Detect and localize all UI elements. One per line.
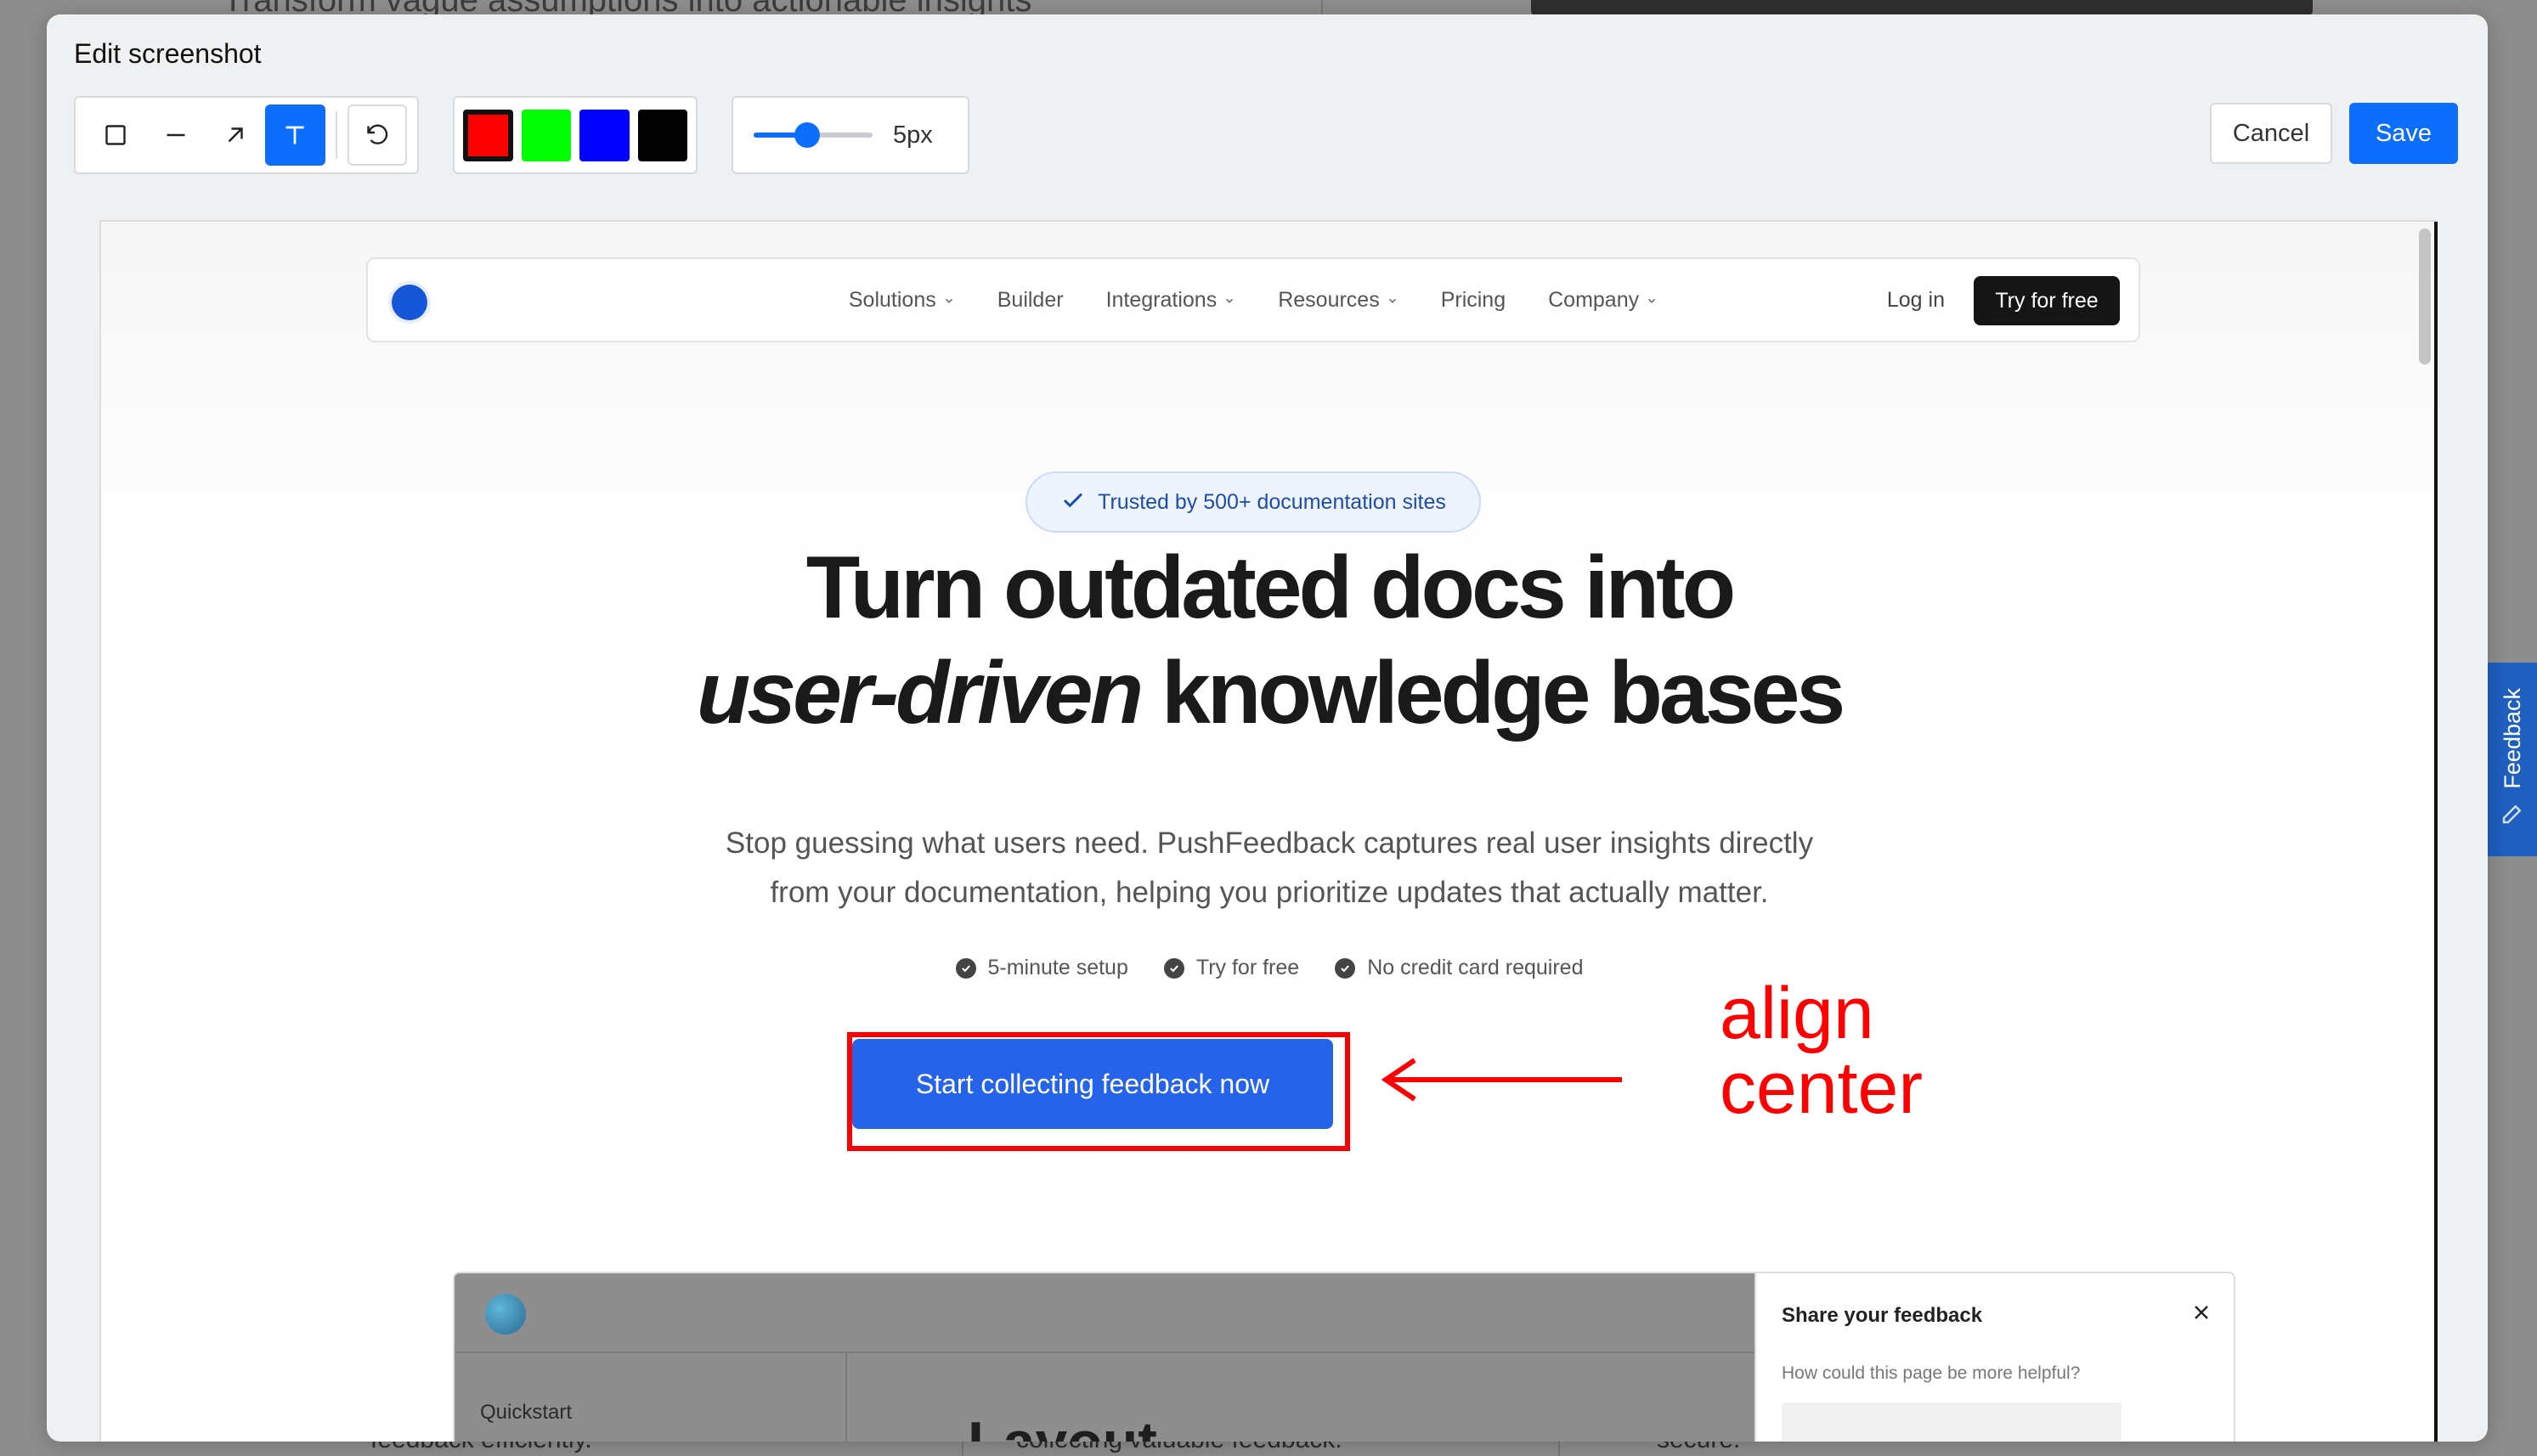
chevron-down-icon: [1646, 288, 1658, 313]
canvas-edge: [2434, 222, 2438, 1442]
color-swatch-blue[interactable]: [579, 109, 630, 161]
text-tool-button[interactable]: [265, 104, 325, 166]
nav-link-integrations[interactable]: Integrations: [1106, 288, 1236, 313]
rectangle-tool-button[interactable]: [86, 104, 145, 166]
annotation-rectangle[interactable]: [847, 1032, 1350, 1151]
nav-link-company[interactable]: Company: [1548, 288, 1658, 313]
edit-screenshot-modal: Edit screenshot 5px Cancel Save Solution…: [47, 14, 2488, 1442]
arrow-icon: [228, 127, 243, 143]
check-circle-icon: [1163, 957, 1184, 979]
color-palette: [453, 96, 698, 174]
undo-button[interactable]: [347, 104, 407, 166]
line-tool-button[interactable]: [145, 104, 205, 166]
trust-badge: Trusted by 500+ documentation sites: [1026, 471, 1481, 533]
preview-title: Layout: [968, 1409, 1157, 1442]
preview-divider: [455, 1352, 1754, 1353]
drawing-tools-group: [74, 96, 419, 174]
try-for-free-button[interactable]: Try for free: [1974, 276, 2120, 325]
color-swatch-green[interactable]: [521, 109, 572, 161]
nav-link-label: Resources: [1278, 287, 1380, 312]
nav-link-label: Solutions: [848, 287, 936, 312]
preview-sidebar-item: Quickstart: [480, 1401, 573, 1424]
headline-line-2: user-driven knowledge bases: [101, 643, 2438, 744]
cancel-button[interactable]: Cancel: [2210, 103, 2332, 164]
close-icon[interactable]: [2191, 1302, 2212, 1327]
color-swatch-red[interactable]: [463, 109, 513, 161]
check-item: 5-minute setup: [955, 956, 1128, 980]
modal-title: Edit screenshot: [74, 38, 262, 69]
nav-link-builder[interactable]: Builder: [997, 288, 1064, 313]
slider-thumb[interactable]: [794, 122, 820, 148]
subtext-line-2: from your documentation, helping you pri…: [770, 876, 1769, 909]
nav-link-label: Integrations: [1105, 287, 1218, 312]
nav-link-label: Company: [1548, 287, 1640, 312]
stroke-size-slider[interactable]: [754, 122, 873, 148]
line-icon: [167, 133, 185, 137]
stroke-size-control: 5px: [732, 96, 969, 174]
checkmark-icon: [1060, 488, 1086, 517]
feedback-panel-title: Share your feedback: [1782, 1304, 1983, 1327]
headline-line-1: Turn outdated docs into: [805, 539, 1736, 637]
preview-divider: [845, 1352, 847, 1442]
nav-link-label: Pricing: [1440, 287, 1506, 312]
feedback-side-tab[interactable]: Feedback: [2488, 663, 2537, 856]
check-item: No credit card required: [1335, 956, 1584, 980]
chevron-down-icon: [1223, 288, 1235, 313]
save-button[interactable]: Save: [2349, 103, 2458, 164]
nav-link-pricing[interactable]: Pricing: [1441, 288, 1506, 313]
screenshot-canvas[interactable]: Solutions Builder Integrations Resources Pri…: [99, 220, 2438, 1442]
stroke-size-label: 5px: [893, 121, 933, 149]
headline-rest: knowledge bases: [1140, 644, 1845, 742]
check-item: Try for free: [1163, 956, 1300, 980]
nav-links: Solutions Builder Integrations Resources Pri…: [368, 259, 2139, 341]
check-circle-icon: [955, 957, 976, 979]
product-preview: Quickstart Layout Share your feedback Ho…: [453, 1272, 2235, 1442]
feedback-tab-label: Feedback: [2499, 688, 2525, 789]
nav-link-label: Builder: [997, 287, 1064, 312]
headline-italic: user-driven: [696, 644, 1144, 742]
annotation-arrow[interactable]: [1376, 1050, 1630, 1109]
check-label: 5-minute setup: [987, 956, 1128, 979]
canvas-scrollbar[interactable]: [2419, 229, 2431, 364]
check-label: Try for free: [1195, 956, 1300, 979]
arrow-tool-button[interactable]: [206, 104, 265, 166]
login-link[interactable]: Log in: [1887, 288, 1945, 313]
chevron-down-icon: [1387, 288, 1398, 313]
annotation-text-line-2: center: [1720, 1047, 1924, 1129]
site-navbar: Solutions Builder Integrations Resources Pri…: [366, 257, 2140, 342]
text-icon: [285, 126, 304, 144]
chevron-down-icon: [943, 288, 955, 313]
trust-badge-text: Trusted by 500+ documentation sites: [1098, 489, 1446, 514]
feature-checks: 5-minute setup Try for free No credit ca…: [101, 956, 2438, 980]
background-divider: [1321, 0, 1323, 15]
color-swatch-black[interactable]: [637, 109, 687, 161]
feedback-textarea[interactable]: [1782, 1402, 2122, 1442]
annotation-text-line-1: align: [1720, 973, 1874, 1054]
feedback-panel: Share your feedback How could this page …: [1754, 1273, 2234, 1442]
undo-icon: [367, 124, 387, 144]
feedback-question: How could this page be more helpful?: [1782, 1363, 2081, 1383]
pencil-icon: [2500, 801, 2525, 831]
annotation-text[interactable]: align center: [1720, 976, 1923, 1126]
toolbar-divider: [335, 111, 337, 159]
subtext-line-1: Stop guessing what users need. PushFeedb…: [725, 827, 1814, 860]
square-icon: [105, 125, 126, 145]
nav-link-resources[interactable]: Resources: [1278, 288, 1398, 313]
nav-link-solutions[interactable]: Solutions: [849, 288, 955, 313]
check-circle-icon: [1335, 957, 1356, 979]
preview-logo: [485, 1294, 526, 1335]
check-label: No credit card required: [1367, 956, 1584, 979]
